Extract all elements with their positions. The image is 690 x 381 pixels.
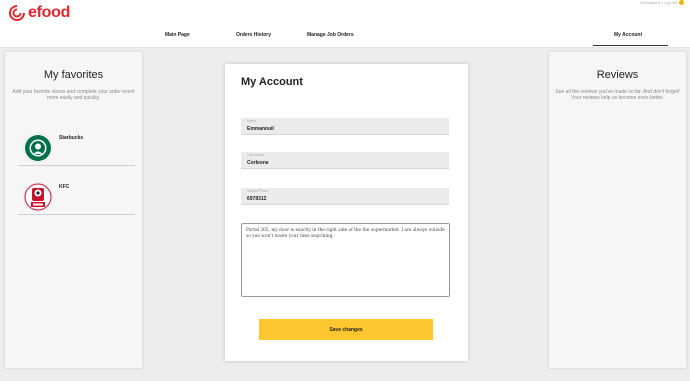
nav-main-page[interactable]: Main Page — [165, 32, 190, 38]
favorite-item-starbucks[interactable]: Starbucks — [18, 130, 135, 166]
account-card: My Account Name Emmanouil Last Name Corl… — [225, 64, 468, 361]
user-menu-text: Emmanouil | Log out — [640, 0, 677, 5]
favorite-name: Starbucks — [59, 135, 84, 141]
top-bar: efood Emmanouil | Log out Main Page Orde… — [0, 0, 690, 48]
favorites-title: My favorites — [43, 69, 104, 81]
nav-orders-history[interactable]: Orders History — [236, 32, 271, 38]
save-changes-button[interactable]: Save changes — [259, 319, 433, 340]
reviews-title: Reviews — [596, 69, 639, 81]
active-tab-indicator — [593, 45, 668, 46]
favorite-name: KFC — [59, 184, 70, 190]
name-field[interactable]: Name Emmanouil — [241, 118, 449, 135]
nav-my-account[interactable]: My Account — [614, 32, 642, 38]
address-notes-textarea[interactable]: Portal 305, my door is exactly in the ri… — [241, 223, 450, 297]
nav-manage-job-orders[interactable]: Manage Job Orders — [307, 32, 354, 38]
last-name-field-value: Corleone — [247, 160, 269, 166]
favorites-subtitle: Add your favorite stores and complete yo… — [12, 89, 135, 101]
efood-logo-icon — [9, 4, 26, 21]
user-menu[interactable]: Emmanouil | Log out — [640, 0, 684, 5]
brand-name: efood — [28, 4, 71, 21]
name-field-value: Emmanouil — [247, 126, 274, 132]
mobile-phone-field-value: 6978312 — [247, 196, 267, 202]
starbucks-logo-icon — [24, 134, 52, 162]
reviews-panel: Reviews See all the reviews you've made … — [549, 52, 686, 368]
reviews-subtitle: See all the reviews you've made so far. … — [555, 89, 680, 101]
kfc-logo-icon — [24, 183, 52, 211]
last-name-field[interactable]: Last Name Corleone — [241, 152, 449, 169]
favorites-panel: My favorites Add your favorite stores an… — [5, 52, 142, 368]
last-name-field-label: Last Name — [247, 153, 264, 157]
page-title: My Account — [241, 76, 303, 88]
name-field-label: Name — [247, 119, 257, 123]
efood-logo[interactable]: efood — [8, 4, 70, 22]
user-avatar-icon — [679, 0, 684, 5]
favorite-item-kfc[interactable]: KFC — [18, 179, 135, 215]
mobile-phone-field[interactable]: Mobile Phone 6978312 — [241, 188, 449, 205]
mobile-phone-field-label: Mobile Phone — [247, 189, 269, 193]
